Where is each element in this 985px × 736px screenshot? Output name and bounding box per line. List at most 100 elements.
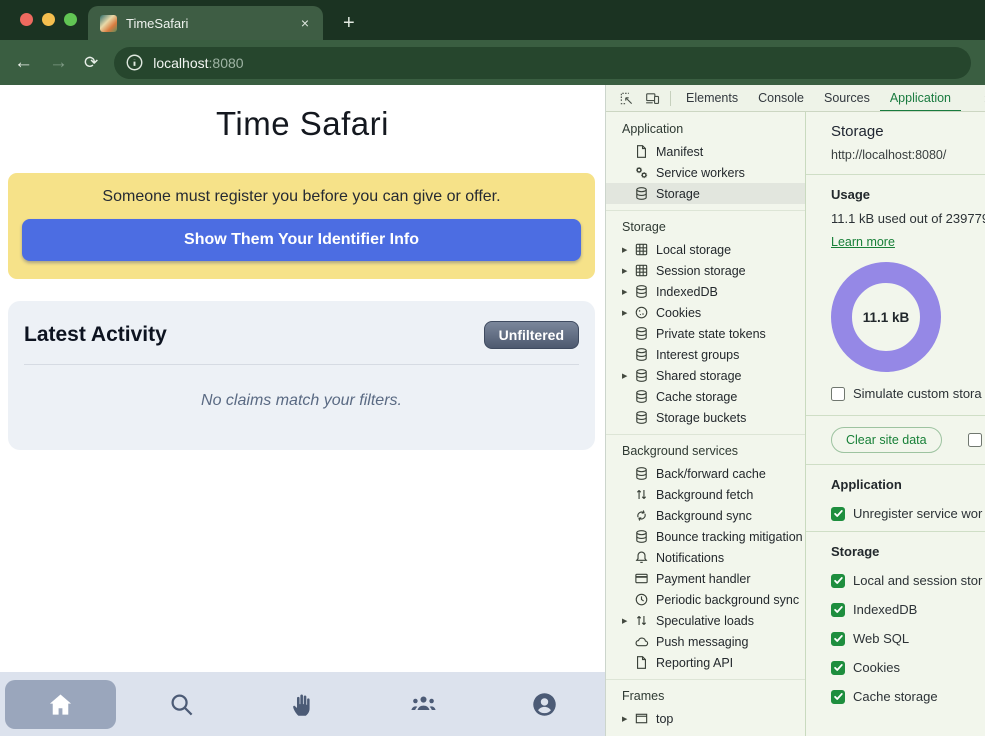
file-icon [634,655,649,670]
maximize-window-button[interactable] [64,13,77,26]
person-icon [531,691,558,718]
back-icon[interactable]: ← [14,53,33,72]
database-icon [634,389,649,404]
checkbox-label: Simulate custom stora [853,386,982,401]
tree-item-cache-storage[interactable]: Cache storage [606,386,805,407]
tree-item-back-forward-cache[interactable]: Back/forward cache [606,463,805,484]
checkbox[interactable] [831,574,845,588]
database-icon [634,466,649,481]
browser-tab[interactable]: TimeSafari × [88,6,323,40]
usage-heading: Usage [831,187,985,202]
nav-item-account[interactable] [484,672,605,736]
database-icon [634,529,649,544]
register-banner-message: Someone must register you before you can… [22,188,581,206]
devtools-tab-console[interactable]: Console [748,85,814,112]
updown-arrows-icon [634,613,649,628]
minimize-window-button[interactable] [42,13,55,26]
storage-origin: http://localhost:8080/ [831,148,985,162]
checkbox[interactable] [831,690,845,704]
frame-icon [634,711,649,726]
tree-item-cookies[interactable]: ▶ Cookies [606,302,805,323]
cloud-icon [634,634,649,649]
expander-icon[interactable]: ▶ [622,617,634,625]
site-info-icon[interactable] [125,53,144,72]
checkbox[interactable] [831,387,845,401]
search-icon [168,691,195,718]
section-header-background-services: Background services [606,439,805,463]
show-identifier-button[interactable]: Show Them Your Identifier Info [22,219,581,261]
clear-site-data-button[interactable]: Clear site data [831,427,942,453]
tab-strip: TimeSafari × + [0,0,985,40]
simulate-storage-checkbox-row[interactable]: Simulate custom stora [831,386,985,401]
tree-item-reporting-api[interactable]: Reporting API [606,652,805,673]
checkbox-row-local-and-session-stor[interactable]: Local and session stor [831,573,985,588]
address-bar[interactable]: localhost:8080 [114,47,971,79]
learn-more-link[interactable]: Learn more [831,235,895,249]
tree-item-shared-storage[interactable]: ▶ Shared storage [606,365,805,386]
tree-item-periodic-background-sync[interactable]: Periodic background sync [606,589,805,610]
expander-icon[interactable]: ▶ [622,246,634,254]
reload-icon[interactable]: ⟳ [84,54,98,71]
tree-item-storage[interactable]: Storage [606,183,805,204]
tree-item-background-sync[interactable]: Background sync [606,505,805,526]
clear-including-checkbox-row[interactable]: in [968,433,985,448]
nav-item-contacts[interactable] [363,672,484,736]
checkbox[interactable] [831,632,845,646]
devtools-tab-application[interactable]: Application [880,85,961,112]
checkbox-row-indexeddb[interactable]: IndexedDB [831,602,985,617]
application-sidebar: Application Manifest [606,112,806,736]
tree-item-top[interactable]: ▶ top [606,708,805,729]
tree-item-interest-groups[interactable]: Interest groups [606,344,805,365]
nav-item-projects[interactable] [242,672,363,736]
url-host: localhost [153,55,208,71]
checkbox-row-cookies[interactable]: Cookies [831,660,985,675]
tree-item-storage-buckets[interactable]: Storage buckets [606,407,805,428]
tree-item-push-messaging[interactable]: Push messaging [606,631,805,652]
checkbox-row-cache-storage[interactable]: Cache storage [831,689,985,704]
tree-item-manifest[interactable]: Manifest [606,141,805,162]
checkbox[interactable] [831,603,845,617]
forward-icon: → [49,53,68,72]
expander-icon[interactable]: ▶ [622,309,634,317]
tree-item-session-storage[interactable]: ▶ Session storage [606,260,805,281]
tree-item-notifications[interactable]: Notifications [606,547,805,568]
devtools-tab-sources[interactable]: Sources [814,85,880,112]
tree-item-local-storage[interactable]: ▶ Local storage [606,239,805,260]
hand-icon [289,691,316,718]
expander-icon[interactable]: ▶ [622,288,634,296]
latest-activity-card: Latest Activity Unfiltered No claims mat… [8,301,595,450]
tab-favicon [100,15,117,32]
tree-item-bounce-tracking-mitigation[interactable]: Bounce tracking mitigation [606,526,805,547]
expander-icon[interactable]: ▶ [622,372,634,380]
tab-close-icon[interactable]: × [299,15,311,31]
devtools-tab-elements[interactable]: Elements [676,85,748,112]
expander-icon[interactable]: ▶ [622,715,634,723]
close-window-button[interactable] [20,13,33,26]
checkbox[interactable] [831,507,845,521]
section-header-frames: Frames [606,684,805,708]
tree-item-background-fetch[interactable]: Background fetch [606,484,805,505]
checkbox-row-web-sql[interactable]: Web SQL [831,631,985,646]
checkbox[interactable] [968,433,982,447]
new-tab-button[interactable]: + [343,12,355,35]
card-icon [634,571,649,586]
tree-item-payment-handler[interactable]: Payment handler [606,568,805,589]
tree-item-speculative-loads[interactable]: ▶ Speculative loads [606,610,805,631]
device-toolbar-icon[interactable] [639,85,665,111]
table-icon [634,263,649,278]
unfiltered-button[interactable]: Unfiltered [484,321,579,349]
browser-window: TimeSafari × + ← → ⟳ localhost:8080 Time… [0,0,985,736]
url-text: localhost:8080 [153,55,243,71]
tree-item-indexeddb[interactable]: ▶ IndexedDB [606,281,805,302]
nav-item-home[interactable] [0,672,121,736]
cookie-icon [634,305,649,320]
clock-icon [634,592,649,607]
expander-icon[interactable]: ▶ [622,267,634,275]
checkbox[interactable] [831,661,845,675]
inspect-element-icon[interactable] [613,85,639,111]
url-port: :8080 [209,55,244,71]
checkbox-row-unregister-service-wor[interactable]: Unregister service wor [831,506,985,521]
nav-item-search[interactable] [121,672,242,736]
tree-item-service-workers[interactable]: Service workers [606,162,805,183]
tree-item-private-state-tokens[interactable]: Private state tokens [606,323,805,344]
